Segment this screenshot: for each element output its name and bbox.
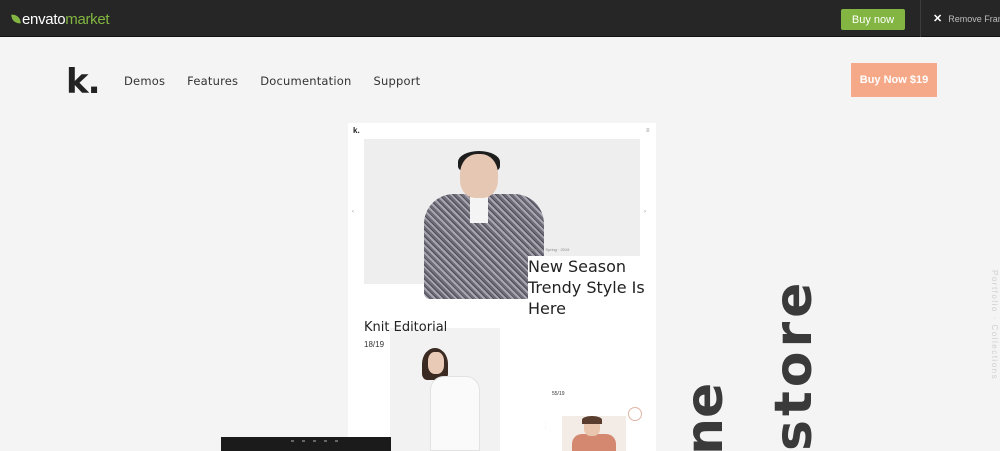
- buy-now-button[interactable]: Buy Now $19: [851, 63, 937, 97]
- dark-strip-nav: [291, 440, 371, 442]
- envato-logo[interactable]: envato market: [11, 10, 110, 28]
- model2-jacket: [430, 376, 480, 451]
- model3-body: [572, 434, 616, 451]
- nav-item-features[interactable]: Features: [187, 74, 238, 88]
- divider: [920, 0, 921, 37]
- model-head: [460, 154, 498, 198]
- main-nav: Demos Features Documentation Support: [124, 74, 442, 88]
- site-logo[interactable]: k.: [66, 62, 101, 102]
- envato-logo-main: envato: [22, 10, 66, 28]
- section-title: Knit Editorial: [364, 320, 448, 335]
- preview-logo: k.: [353, 126, 360, 135]
- remove-frame-button[interactable]: ✕ Remove Frame: [933, 12, 1000, 25]
- side-vertical-text: Portfolio · Collections: [990, 270, 999, 381]
- envato-logo-sub: market: [65, 10, 110, 28]
- prev-arrow-icon[interactable]: ‹: [352, 209, 354, 215]
- nav-item-support[interactable]: Support: [374, 74, 421, 88]
- model2-face: [428, 352, 444, 374]
- menu-icon: ≡: [646, 128, 650, 134]
- vertical-heading-store: store: [764, 278, 824, 451]
- nav-item-documentation[interactable]: Documentation: [260, 74, 351, 88]
- leaf-icon: [11, 13, 21, 25]
- nav-item-demos[interactable]: Demos: [124, 74, 165, 88]
- editorial-image: [390, 328, 500, 451]
- vertical-caption: · · · · ·: [544, 421, 548, 430]
- envato-buy-button[interactable]: Buy now: [841, 9, 905, 30]
- next-arrow-icon[interactable]: ›: [644, 209, 646, 215]
- small-number: 55/19: [552, 391, 565, 397]
- remove-frame-label: Remove Frame: [948, 13, 1000, 24]
- circle-decoration: [628, 407, 642, 421]
- section-number: 18/19: [364, 340, 385, 349]
- demo-preview[interactable]: k. ≡ ‹ › Autumn · Spring · 2019 New Seas…: [348, 123, 656, 451]
- thumb-image: [562, 416, 626, 451]
- hero-title: New Season Trendy Style Is Here: [528, 256, 656, 319]
- hero-tag: Autumn · Spring · 2019: [528, 247, 570, 252]
- close-icon: ✕: [933, 13, 943, 25]
- model3-hair: [582, 416, 602, 424]
- dark-preview-strip[interactable]: [221, 437, 391, 451]
- vertical-heading-ne: ne: [675, 382, 735, 451]
- envato-frame-bar: envatomarket Buy now ✕ Remove Frame: [0, 0, 1000, 37]
